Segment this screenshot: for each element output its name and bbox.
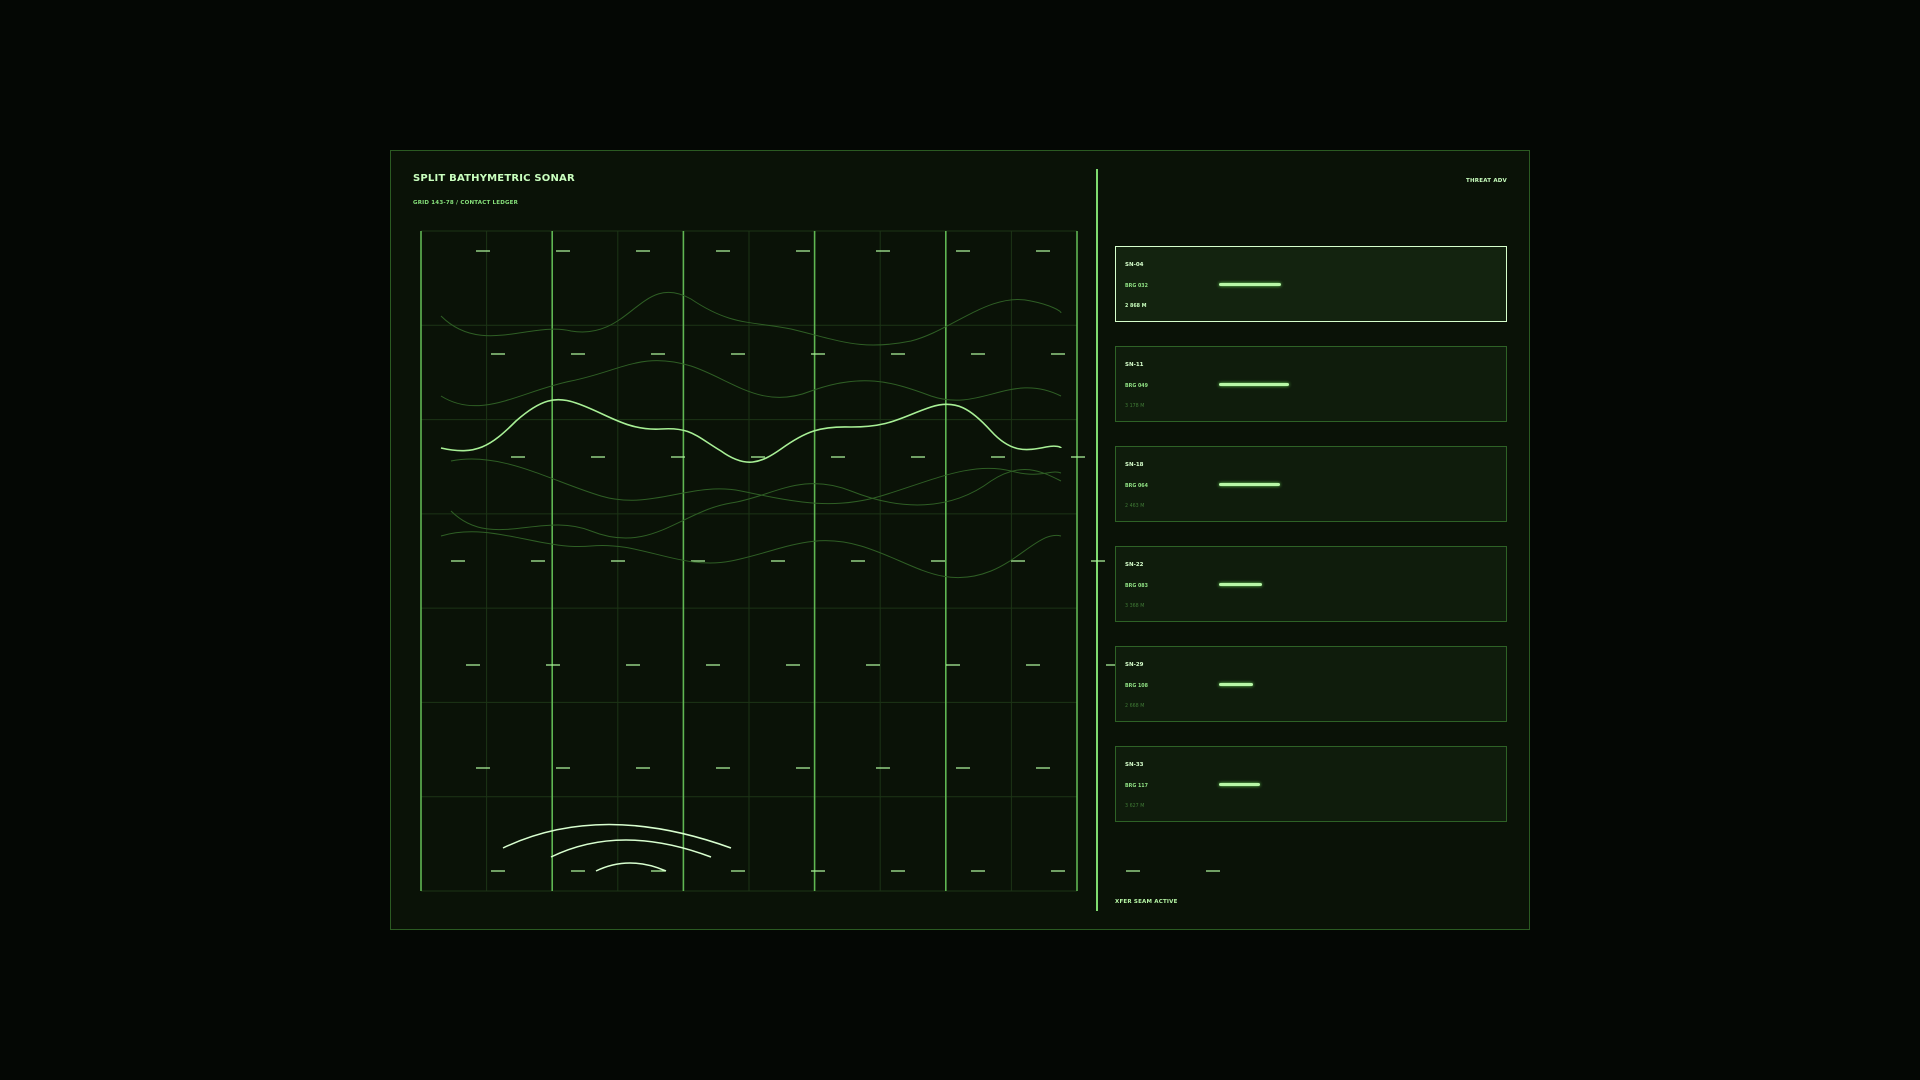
contact-card-sn-18[interactable]: SN-18 BRG 064 2 463 M bbox=[1115, 446, 1507, 522]
contact-bearing: BRG 049 bbox=[1125, 384, 1148, 389]
signal-strength-bar bbox=[1219, 383, 1339, 387]
contact-ledger: SN-04 BRG 032 2 868 M SN-11 BRG 049 3 17… bbox=[1115, 246, 1507, 846]
bathymetric-contour bbox=[450, 468, 1062, 539]
threat-value: ADV bbox=[1493, 178, 1507, 184]
contact-id: SN-33 bbox=[1125, 762, 1144, 768]
threat-label: THREAT bbox=[1466, 178, 1492, 184]
sonar-ping-arc bbox=[502, 823, 732, 849]
contact-bearing: BRG 108 bbox=[1125, 684, 1148, 689]
contact-card-sn-11[interactable]: SN-11 BRG 049 3 178 M bbox=[1115, 346, 1507, 422]
signal-strength-bar bbox=[1219, 683, 1339, 687]
contact-bearing: BRG 032 bbox=[1125, 284, 1148, 289]
contact-bearing: BRG 117 bbox=[1125, 784, 1148, 789]
page-title: SPLIT BATHYMETRIC SONAR bbox=[413, 173, 575, 184]
bathymetric-contour bbox=[440, 291, 1062, 346]
contact-card-sn-29[interactable]: SN-29 BRG 108 2 668 M bbox=[1115, 646, 1507, 722]
contact-range: 3 368 M bbox=[1125, 604, 1145, 609]
signal-strength-fill bbox=[1219, 283, 1282, 286]
contact-id: SN-22 bbox=[1125, 562, 1144, 568]
contact-id: SN-18 bbox=[1125, 462, 1144, 468]
contact-card-sn-33[interactable]: SN-33 BRG 117 3 627 M bbox=[1115, 746, 1507, 822]
sonar-ping-arc bbox=[595, 862, 667, 872]
page-subtitle: GRID 143-78 / CONTACT LEDGER bbox=[413, 200, 519, 206]
contact-range: 2 668 M bbox=[1125, 704, 1145, 709]
bathymetric-contour bbox=[440, 360, 1062, 407]
signal-strength-bar bbox=[1219, 483, 1339, 487]
contact-bearing: BRG 064 bbox=[1125, 484, 1148, 489]
contact-id: SN-29 bbox=[1125, 662, 1144, 668]
seafloor-profile bbox=[440, 398, 1062, 463]
signal-strength-fill bbox=[1219, 383, 1289, 386]
contact-range: 3 178 M bbox=[1125, 404, 1145, 409]
signal-strength-fill bbox=[1219, 583, 1263, 586]
contact-range: 3 627 M bbox=[1125, 804, 1145, 809]
contact-card-sn-04[interactable]: SN-04 BRG 032 2 868 M bbox=[1115, 246, 1507, 322]
status-footer: XFER SEAM ACTIVE bbox=[1115, 899, 1178, 905]
threat-indicator: THREAT ADV bbox=[1466, 178, 1507, 184]
contact-range: 2 868 M bbox=[1125, 304, 1147, 309]
sonar-window: SPLIT BATHYMETRIC SONAR GRID 143-78 / CO… bbox=[390, 150, 1530, 930]
sonar-ping-arc bbox=[550, 839, 712, 858]
signal-strength-fill bbox=[1219, 783, 1260, 786]
contact-bearing: BRG 083 bbox=[1125, 584, 1148, 589]
signal-strength-bar bbox=[1219, 783, 1339, 787]
contact-card-sn-22[interactable]: SN-22 BRG 083 3 368 M bbox=[1115, 546, 1507, 622]
contact-range: 2 463 M bbox=[1125, 504, 1145, 509]
bathymetric-contour bbox=[440, 531, 1062, 579]
contact-id: SN-04 bbox=[1125, 262, 1144, 268]
signal-strength-bar bbox=[1219, 283, 1339, 287]
contact-id: SN-11 bbox=[1125, 362, 1144, 368]
signal-strength-bar bbox=[1219, 583, 1339, 587]
signal-strength-fill bbox=[1219, 483, 1281, 486]
signal-strength-fill bbox=[1219, 683, 1253, 686]
